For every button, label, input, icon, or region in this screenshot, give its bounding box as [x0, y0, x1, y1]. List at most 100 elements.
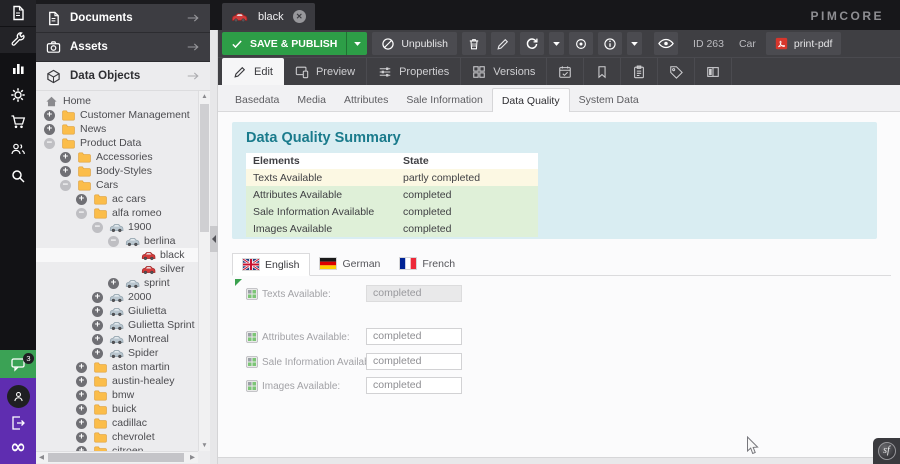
close-tab-icon[interactable]: ✕ — [293, 10, 306, 23]
minus-expander-icon[interactable]: − — [92, 222, 103, 233]
print-pdf-button[interactable]: print-pdf — [766, 32, 842, 55]
settings-rail-button[interactable] — [0, 81, 36, 108]
field-input[interactable]: completed — [366, 353, 462, 370]
plus-expander-icon[interactable]: + — [92, 334, 103, 345]
tab-schedule[interactable] — [547, 58, 584, 85]
ecommerce-rail-button[interactable] — [0, 108, 36, 135]
plus-expander-icon[interactable]: + — [44, 110, 55, 121]
language-tab-german[interactable]: German — [310, 252, 390, 275]
tab-properties[interactable]: Properties — [367, 58, 461, 85]
tree-horizontal-scrollbar[interactable]: ◀ ▶ — [36, 451, 198, 463]
scroll-down-arrow[interactable]: ▼ — [199, 440, 210, 451]
chat-button[interactable]: 3 — [0, 350, 36, 378]
tree-item-silver[interactable]: silver — [36, 262, 198, 276]
reload-button[interactable] — [520, 32, 544, 55]
documents-rail-button[interactable] — [0, 0, 36, 27]
language-tab-french[interactable]: French — [390, 252, 465, 275]
plus-expander-icon[interactable]: + — [108, 278, 119, 289]
collapse-handle[interactable] — [210, 226, 218, 252]
tree-item-citroen[interactable]: +citroen — [36, 444, 198, 451]
plus-expander-icon[interactable]: + — [76, 362, 87, 373]
plus-expander-icon[interactable]: + — [92, 320, 103, 331]
tree-item-berlina[interactable]: −berlina — [36, 234, 198, 248]
locate-in-tree-button[interactable] — [569, 32, 593, 55]
info-button[interactable] — [598, 32, 622, 55]
subtab-data-quality[interactable]: Data Quality — [492, 88, 570, 112]
tree-vertical-scrollbar[interactable]: ▲ ▼ — [198, 91, 210, 451]
tree-item-montreal[interactable]: +Montreal — [36, 332, 198, 346]
subtab-system-data[interactable]: System Data — [570, 88, 648, 111]
minus-expander-icon[interactable]: − — [108, 236, 119, 247]
unpublish-button[interactable]: Unpublish — [372, 32, 457, 55]
plus-expander-icon[interactable]: + — [76, 418, 87, 429]
plus-expander-icon[interactable]: + — [76, 404, 87, 415]
scroll-right-arrow[interactable]: ▶ — [187, 452, 198, 463]
minus-expander-icon[interactable]: − — [76, 208, 87, 219]
tree-item-body-styles[interactable]: +Body-Styles — [36, 164, 198, 178]
subtab-sale-information[interactable]: Sale Information — [397, 88, 491, 111]
tree-item-home[interactable]: Home — [36, 94, 198, 108]
tree-item-news[interactable]: +News — [36, 122, 198, 136]
plus-expander-icon[interactable]: + — [76, 432, 87, 443]
plus-expander-icon[interactable]: + — [44, 124, 55, 135]
field-input[interactable]: completed — [366, 285, 462, 302]
tree-item-2000[interactable]: +2000 — [36, 290, 198, 304]
tree-item-giulietta[interactable]: +Giulietta — [36, 304, 198, 318]
subtab-media[interactable]: Media — [288, 88, 335, 111]
tree-item-customer-management[interactable]: +Customer Management — [36, 108, 198, 122]
accordion-documents[interactable]: Documents — [36, 4, 210, 33]
tree-item-product-data[interactable]: −Product Data — [36, 136, 198, 150]
language-tab-english[interactable]: English — [232, 253, 310, 276]
reports-rail-button[interactable] — [0, 54, 36, 81]
save-publish-button[interactable]: SAVE & PUBLISH — [222, 32, 367, 55]
accordion-data-objects[interactable]: Data Objects — [36, 62, 210, 91]
user-avatar[interactable] — [7, 385, 30, 408]
tab-side-by-side[interactable] — [695, 58, 732, 85]
tree-item-alfa-romeo[interactable]: −alfa romeo — [36, 206, 198, 220]
tree-item-spider[interactable]: +Spider — [36, 346, 198, 360]
panel-splitter[interactable] — [210, 30, 218, 464]
tools-rail-button[interactable] — [0, 27, 36, 54]
subtab-basedata[interactable]: Basedata — [226, 88, 288, 111]
tree-item-buick[interactable]: +buick — [36, 402, 198, 416]
tree-item-chevrolet[interactable]: +chevrolet — [36, 430, 198, 444]
plus-expander-icon[interactable]: + — [60, 166, 71, 177]
plus-expander-icon[interactable]: + — [76, 376, 87, 387]
field-input[interactable]: completed — [366, 377, 462, 394]
tree-item-gulietta-sprint-specia[interactable]: +Gulietta Sprint Specia — [36, 318, 198, 332]
scroll-left-arrow[interactable]: ◀ — [36, 452, 47, 463]
tree-item-black[interactable]: black — [36, 248, 198, 262]
scroll-thumb[interactable] — [200, 104, 209, 232]
subtab-attributes[interactable]: Attributes — [335, 88, 397, 111]
tab-preview[interactable]: Preview — [284, 58, 367, 85]
rename-button[interactable] — [491, 32, 515, 55]
tree-item-1900[interactable]: −1900 — [36, 220, 198, 234]
profiler-toolbar-button[interactable]: sf — [873, 438, 900, 464]
editor-tab-black[interactable]: black ✕ — [222, 3, 315, 30]
tab-edit[interactable]: Edit — [222, 58, 284, 85]
minus-expander-icon[interactable]: − — [44, 138, 55, 149]
search-rail-button[interactable] — [0, 162, 36, 189]
tree-item-cadillac[interactable]: +cadillac — [36, 416, 198, 430]
tree-item-austin-healey[interactable]: +austin-healey — [36, 374, 198, 388]
minus-expander-icon[interactable]: − — [60, 180, 71, 191]
field-input[interactable]: completed — [366, 328, 462, 345]
plus-expander-icon[interactable]: + — [76, 390, 87, 401]
tree-item-cars[interactable]: −Cars — [36, 178, 198, 192]
delete-button[interactable] — [462, 32, 486, 55]
tab-versions[interactable]: Versions — [461, 58, 547, 85]
customers-rail-button[interactable] — [0, 135, 36, 162]
scroll-up-arrow[interactable]: ▲ — [199, 91, 210, 102]
accordion-assets[interactable]: Assets — [36, 33, 210, 62]
save-options-dropdown[interactable] — [346, 32, 367, 55]
tree-item-sprint[interactable]: +sprint — [36, 276, 198, 290]
info-dropdown[interactable] — [627, 32, 642, 55]
tab-bookmark[interactable] — [584, 58, 621, 85]
plus-expander-icon[interactable]: + — [92, 292, 103, 303]
logout-icon[interactable] — [10, 415, 26, 431]
plus-expander-icon[interactable]: + — [76, 194, 87, 205]
scroll-thumb[interactable] — [48, 453, 184, 462]
tree-item-bmw[interactable]: +bmw — [36, 388, 198, 402]
tree-item-accessories[interactable]: +Accessories — [36, 150, 198, 164]
plus-expander-icon[interactable]: + — [60, 152, 71, 163]
